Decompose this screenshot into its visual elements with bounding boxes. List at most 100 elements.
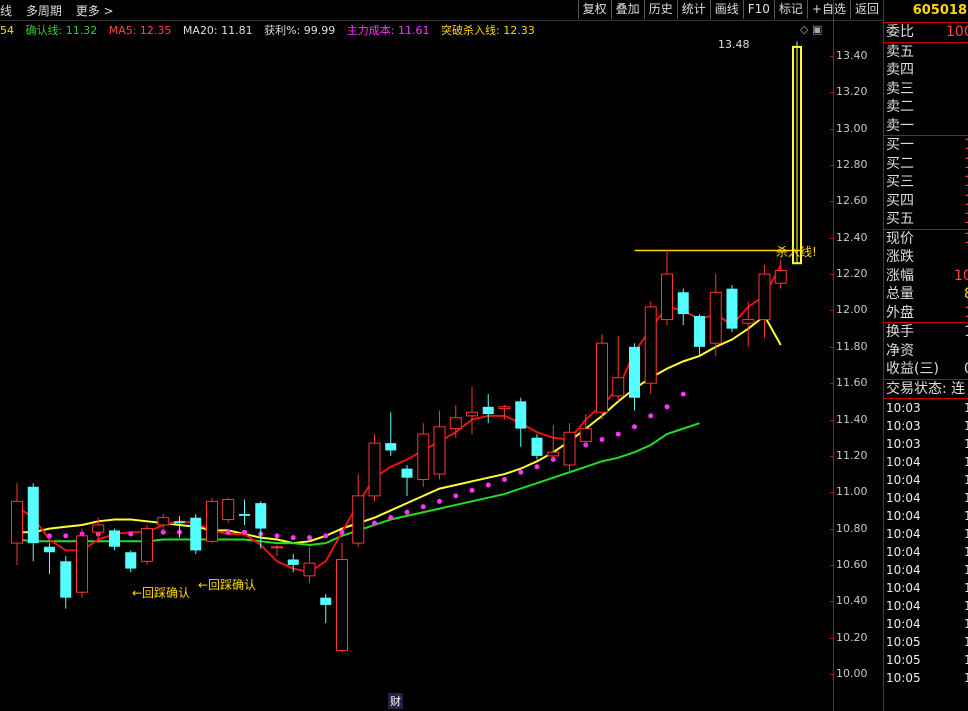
trade-time: 10:05	[886, 635, 921, 649]
trade-time: 10:04	[886, 491, 921, 505]
candle-body	[677, 292, 689, 315]
trade-list[interactable]: 10:03 1 10:03 1 10:03 1 10:04 1 10:04 1 10:04 1 10:0…	[884, 399, 968, 687]
candle-body	[596, 342, 608, 413]
main-cost-dot	[225, 529, 231, 535]
trade-time: 10:04	[886, 563, 921, 577]
trade-volume: 1	[964, 491, 968, 505]
trade-volume: 1	[964, 473, 968, 487]
y-tick-mark	[830, 383, 834, 385]
main-cost-dot	[599, 437, 605, 443]
y-tick-mark	[830, 201, 834, 203]
main-cost-dot	[648, 413, 654, 419]
candle-body	[27, 486, 39, 544]
candle-body	[661, 273, 673, 321]
y-tick-mark	[830, 674, 834, 675]
trade-row: 10:04 1	[884, 597, 968, 615]
y-tick-label: 11.60	[836, 376, 868, 390]
candle-body	[174, 521, 185, 524]
quote-panel: 605018 委比 100 卖五 卖四 卖三 卖二 卖一 买一1 买二1 买三1…	[883, 0, 968, 711]
y-tick-label: 12.40	[836, 230, 868, 244]
history-button[interactable]: 历史	[643, 0, 677, 19]
candle-body	[287, 559, 299, 565]
candle-body	[515, 401, 527, 429]
more-button[interactable]: 更多 >	[76, 4, 114, 18]
period-menu: 线 多周期 更多 >	[0, 2, 124, 19]
y-tick-mark	[830, 310, 834, 312]
main-cost-dot	[469, 487, 475, 493]
trade-volume: 1	[964, 545, 968, 559]
diamond-icon[interactable]: ◇	[800, 23, 808, 36]
kill-line-label: 杀入线!	[776, 245, 817, 259]
trade-row: 10:04 1	[884, 615, 968, 633]
y-tick-label: 11.40	[836, 412, 868, 426]
trade-volume: 1	[964, 653, 968, 667]
candle-body	[726, 288, 738, 329]
indicator-profit: 获利%: 99.99	[264, 24, 336, 37]
trade-volume: 1	[964, 671, 968, 685]
candlestick-chart[interactable]	[0, 38, 833, 711]
candle-body	[482, 406, 494, 415]
candle-body	[774, 269, 787, 284]
candle-body	[92, 524, 105, 533]
multi-period-button[interactable]: 多周期	[26, 4, 62, 18]
trade-time: 10:04	[886, 473, 921, 487]
f10-button[interactable]: F10	[742, 0, 774, 19]
stat-value: 1	[964, 230, 968, 249]
trade-volume: 1	[964, 509, 968, 523]
finance-marker[interactable]: 财	[388, 693, 403, 709]
candle-body	[644, 306, 657, 384]
trade-time: 10:03	[886, 419, 921, 433]
trade-row: 10:03 1	[884, 399, 968, 417]
trade-time: 10:03	[886, 437, 921, 451]
stat-label: 外盘	[886, 304, 914, 321]
trade-volume: 1	[964, 599, 968, 613]
indicator-kill-line: 突破杀入线: 12.33	[441, 24, 535, 37]
candle-body	[531, 437, 543, 456]
candle-body	[271, 546, 283, 549]
candle-body	[612, 377, 625, 397]
buy-label: 买三	[886, 174, 914, 190]
buy-2: 买二 1	[884, 155, 968, 174]
stat-change-pct: 涨幅 10	[884, 267, 968, 286]
buy-4: 买四 1	[884, 192, 968, 211]
overlay-button[interactable]: 叠加	[610, 0, 644, 19]
buy-value: 1	[964, 210, 968, 229]
candle-body	[109, 530, 120, 547]
stat-label: 收益(三)	[886, 361, 939, 377]
stat-label: 涨幅	[886, 267, 914, 284]
mark-button[interactable]: 标记	[773, 0, 807, 19]
trade-row: 10:05 1	[884, 669, 968, 687]
trade-row: 10:04 1	[884, 561, 968, 579]
y-tick-mark	[830, 637, 834, 639]
main-cost-dot	[664, 404, 670, 410]
main-cost-dot	[420, 504, 426, 510]
trade-row: 10:04 1	[884, 543, 968, 561]
buy-value: 1	[964, 136, 968, 155]
stat-label: 现价	[886, 230, 914, 247]
draw-line-button[interactable]: 画线	[709, 0, 743, 19]
trade-row: 10:03 1	[884, 417, 968, 435]
candle-body	[579, 428, 592, 442]
y-tick-label: 12.80	[836, 158, 868, 172]
y-tick-label: 10.20	[836, 630, 868, 644]
buy-1: 买一 1	[884, 136, 968, 155]
candle-body	[401, 468, 413, 478]
y-tick-mark	[830, 601, 834, 603]
window-icon[interactable]: ▣	[812, 23, 822, 36]
candle-body	[157, 517, 170, 526]
main-cost-dot	[290, 535, 296, 541]
statistics-button[interactable]: 统计	[676, 0, 710, 19]
buy-3: 买三 1	[884, 173, 968, 192]
main-cost-dot	[63, 533, 69, 539]
period-item[interactable]: 线	[0, 4, 12, 18]
y-tick-label: 11.00	[836, 485, 868, 499]
buy-value: 1	[964, 173, 968, 192]
buy-label: 买二	[886, 155, 914, 172]
candle-body	[255, 503, 267, 529]
trade-volume: 1	[964, 617, 968, 631]
stat-price: 现价 1	[884, 230, 968, 249]
trade-time: 10:04	[886, 509, 921, 523]
trade-time: 10:05	[886, 671, 921, 685]
restore-rights-button[interactable]: 复权	[577, 0, 611, 19]
weibi-label: 委比	[886, 24, 914, 40]
